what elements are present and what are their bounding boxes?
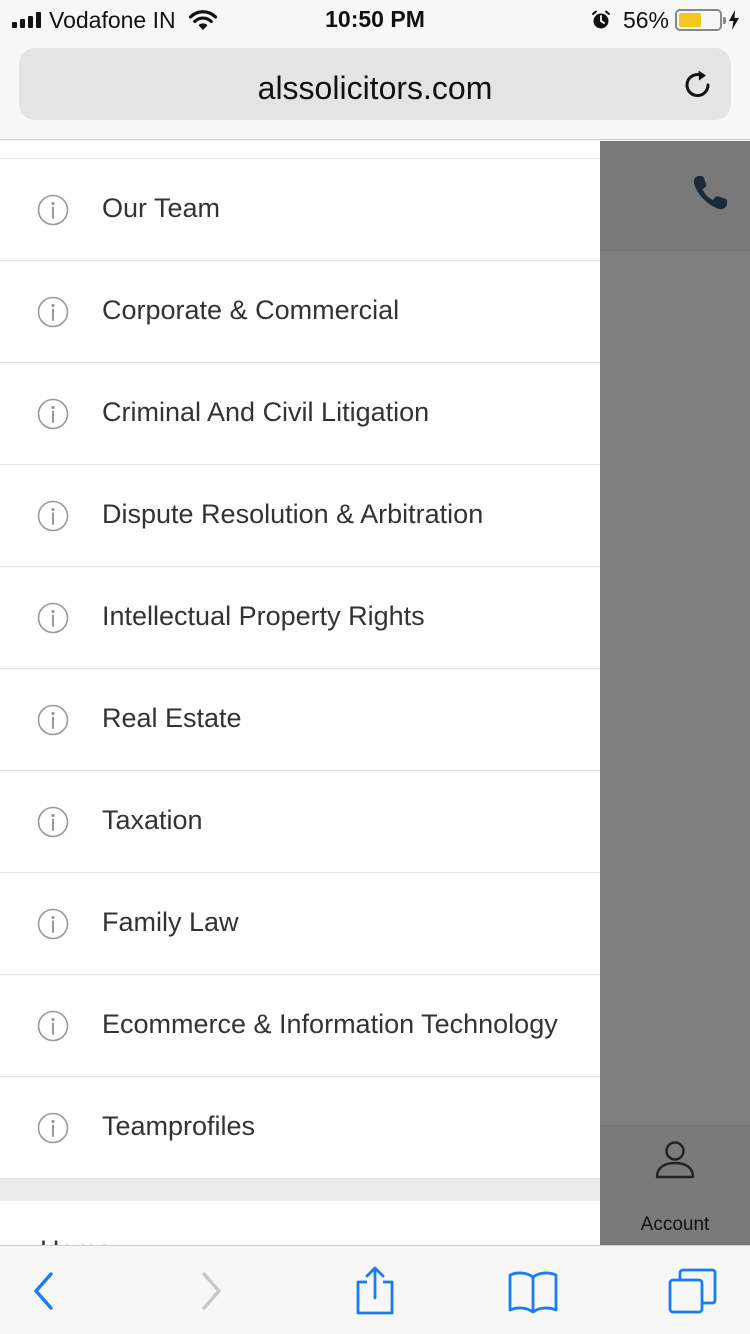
menu-section-separator <box>0 1179 600 1201</box>
account-label: Account <box>640 1214 710 1235</box>
charging-bolt-icon <box>729 10 739 30</box>
forward-icon[interactable] <box>184 1264 238 1318</box>
browser-toolbar <box>0 1245 750 1334</box>
menu-item-home[interactable]: Home <box>40 1235 112 1245</box>
menu-item[interactable]: Our Team <box>0 159 600 261</box>
user-icon <box>655 1141 695 1179</box>
menu-item-label: Corporate & Commercial <box>102 295 400 325</box>
menu-item-label: Family Law <box>102 907 239 937</box>
menu-item[interactable]: Real Estate <box>0 669 600 771</box>
bookmarks-icon[interactable] <box>506 1264 560 1318</box>
url-text[interactable]: alssolicitors.com <box>19 70 731 107</box>
menu-item[interactable]: Corporate & Commercial <box>0 261 600 363</box>
info-icon <box>37 296 69 328</box>
menu-item-label: Ecommerce & Information Technology <box>102 1009 558 1039</box>
info-icon <box>37 806 69 838</box>
menu-item-label: Our Team <box>102 193 221 223</box>
back-icon[interactable] <box>16 1264 70 1318</box>
info-icon <box>37 704 69 736</box>
info-icon <box>37 194 69 226</box>
info-icon <box>37 1112 69 1144</box>
menu-item[interactable]: Dispute Resolution & Arbitration <box>0 465 600 567</box>
info-icon <box>37 602 69 634</box>
info-icon <box>37 398 69 430</box>
menu-item-label: Intellectual Property Rights <box>102 601 425 631</box>
alarm-icon <box>591 10 610 29</box>
status-bar-right: 56% <box>591 6 740 34</box>
site-header-dimmed <box>600 141 750 251</box>
account-button[interactable]: Account <box>600 1125 750 1245</box>
web-page: Account Our Team Corporate & Commercial Cr… <box>0 141 750 1245</box>
info-icon <box>37 1010 69 1042</box>
menu-item-label: Criminal And Civil Litigation <box>102 397 430 427</box>
info-icon <box>37 908 69 940</box>
battery-percentage: 56% <box>622 6 669 33</box>
battery-level-fill <box>679 13 701 27</box>
battery-icon <box>675 9 726 31</box>
menu-item[interactable]: Criminal And Civil Litigation <box>0 363 600 465</box>
menu-item[interactable]: Taxation <box>0 771 600 873</box>
share-icon[interactable] <box>348 1264 402 1318</box>
menu-list: Our Team Corporate & Commercial Criminal A… <box>0 159 600 1179</box>
menu-item-label: Taxation <box>102 805 203 835</box>
side-menu-drawer: Our Team Corporate & Commercial Criminal A… <box>0 141 600 1245</box>
status-bar: Vodafone IN 10:50 PM 56% <box>0 0 750 40</box>
menu-item[interactable]: Family Law <box>0 873 600 975</box>
reload-icon[interactable] <box>681 68 715 102</box>
info-icon <box>37 500 69 532</box>
browser-address-bar: alssolicitors.com <box>0 40 750 140</box>
menu-item[interactable]: Ecommerce & Information Technology <box>0 975 600 1077</box>
phone-icon[interactable] <box>690 173 730 213</box>
dim-overlay[interactable]: Account <box>600 141 750 1245</box>
tabs-icon[interactable] <box>666 1264 720 1318</box>
menu-item-label: Real Estate <box>102 703 242 733</box>
menu-item[interactable]: Intellectual Property Rights <box>0 567 600 669</box>
menu-item-label: Teamprofiles <box>102 1111 256 1141</box>
url-field[interactable]: alssolicitors.com <box>19 48 731 120</box>
menu-item[interactable]: Teamprofiles <box>0 1077 600 1179</box>
menu-item-label: Dispute Resolution & Arbitration <box>102 499 484 529</box>
